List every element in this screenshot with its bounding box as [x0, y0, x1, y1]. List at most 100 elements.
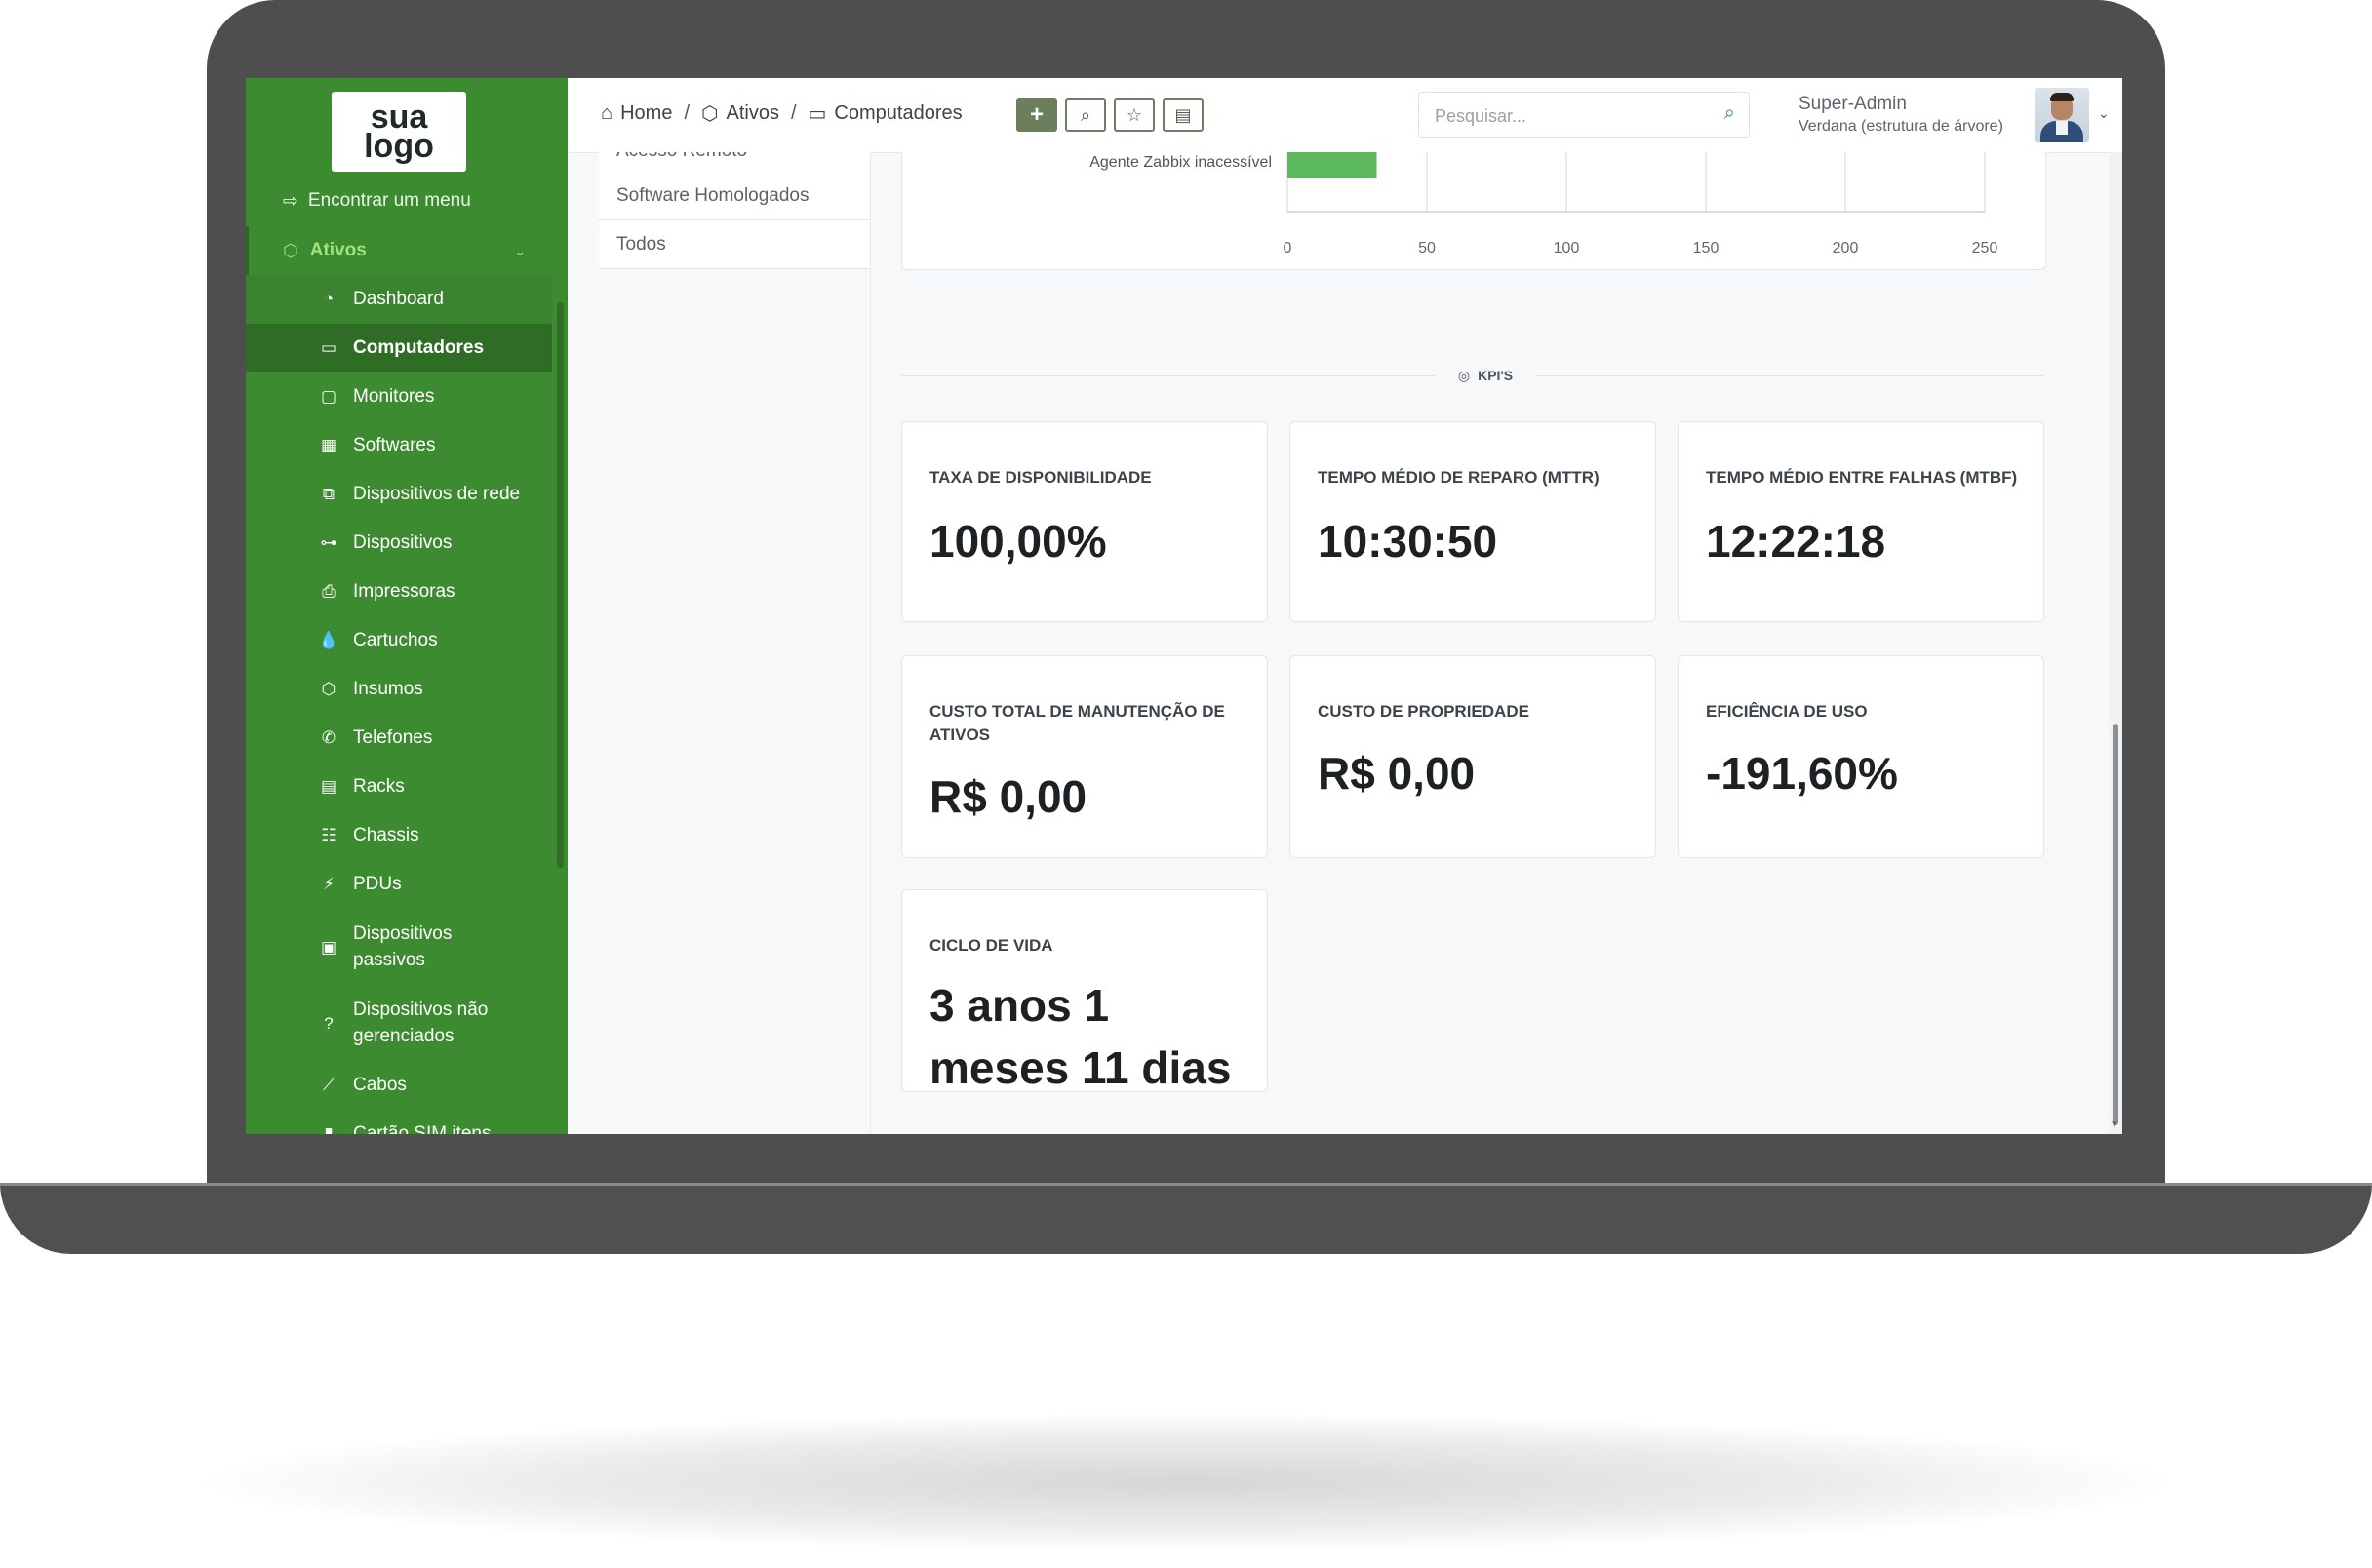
chart-tick-label: 250	[1972, 240, 1998, 256]
tab-label: Acesso Remoto	[616, 152, 747, 162]
search-input[interactable]	[1433, 101, 1700, 131]
sidebar-item-cartao-sim[interactable]: ▮ Cartão SIM itens	[246, 1110, 552, 1134]
tab-label: Software Homologados	[616, 184, 810, 206]
breadcrumb-computadores[interactable]: Computadores	[834, 102, 962, 125]
chart-tick-label: 0	[1284, 240, 1292, 256]
add-button[interactable]: +	[1016, 98, 1057, 132]
sidebar-item-label: Computadores	[353, 337, 485, 358]
kpi-value: -191,60%	[1706, 748, 1898, 799]
sidebar-item-pdus[interactable]: ⚡ PDUs	[246, 860, 552, 909]
logo-line-2: logo	[364, 128, 434, 165]
user-info[interactable]: Super-Admin Verdana (estrutura de árvore…	[1799, 93, 2003, 137]
sidebar-item-label: PDUs	[353, 874, 402, 894]
main-scrollbar-thumb[interactable]	[2113, 724, 2118, 1125]
laptop-icon: ▭	[808, 103, 827, 125]
sidebar-item-dispositivos-nao-gerenciados[interactable]: ? Dispositivos não gerenciados	[246, 985, 552, 1061]
sidebar-item-label: Dispositivos não gerenciados	[353, 1000, 489, 1046]
item-tabs: Acesso Remoto Software Homologados Todos	[599, 152, 870, 1134]
bookmark-button[interactable]: ☆	[1114, 98, 1155, 132]
box-icon: ⬡	[283, 240, 298, 260]
kpi-value: 100,00%	[929, 516, 1107, 567]
brand-logo[interactable]: sua logo	[332, 92, 466, 172]
kpi-section-label: KPI'S	[1478, 368, 1514, 383]
kpi-label: CICLO DE VIDA	[929, 936, 1053, 955]
kpi-label: CUSTO DE PROPRIEDADE	[1318, 702, 1529, 721]
tab-acesso-remoto[interactable]: Acesso Remoto	[599, 152, 870, 173]
sidebar-item-label: Chassis	[353, 825, 419, 845]
sidebar-item-label: Racks	[353, 776, 405, 797]
sidebar-scrollbar[interactable]	[557, 302, 564, 868]
avatar-hair	[2050, 93, 2074, 101]
sidebar-item-cartuchos[interactable]: 💧 Cartuchos	[246, 616, 552, 665]
kpi-separator-line	[901, 375, 1436, 376]
search-button[interactable]: ⌕	[1065, 98, 1106, 132]
content-divider	[870, 152, 871, 1134]
sidebar-item-dispositivos-passivos[interactable]: ▣ Dispositivos passivos	[246, 909, 552, 985]
box-icon: ⬡	[321, 680, 336, 698]
sidebar-item-label: Dispositivos de rede	[353, 484, 521, 504]
server-icon: ▤	[320, 777, 337, 796]
sidebar-menu: ◔ Dashboard ▭ Computadores ▢ Monitores ▦…	[246, 275, 552, 1134]
kpi-card-mttr: TEMPO MÉDIO DE REPARO (MTTR) 10:30:50	[1289, 421, 1656, 622]
find-menu-label: Encontrar um menu	[307, 190, 471, 211]
user-name: Super-Admin	[1799, 94, 1907, 114]
droplet-icon: 💧	[318, 631, 339, 649]
columns-icon: ☷	[321, 826, 336, 844]
sidebar-item-dispositivos[interactable]: ⊶ Dispositivos	[246, 519, 552, 568]
sidebar-item-label: Dispositivos passivos	[353, 923, 453, 970]
sidebar-item-insumos[interactable]: ⬡ Insumos	[246, 665, 552, 714]
search-icon[interactable]: ⌕	[1724, 102, 1735, 125]
sidebar-item-label: Monitores	[353, 386, 435, 407]
cable-icon: ⟋	[323, 1076, 335, 1094]
sidebar-item-computadores[interactable]: ▭ Computadores	[246, 324, 552, 372]
sign-in-icon: ⇨	[283, 190, 298, 212]
chart-bar	[1287, 152, 1377, 178]
sidebar-item-label: Telefones	[353, 727, 433, 748]
sidebar-item-label: Dashboard	[353, 289, 444, 309]
sidebar-item-dashboard[interactable]: ◔ Dashboard	[246, 275, 552, 324]
chart-category-label: Agente Zabbix inacessível	[1089, 154, 1272, 171]
kpi-card-disponibilidade: TAXA DE DISPONIBILIDADE 100,00%	[901, 421, 1268, 622]
apps-icon: ▦	[320, 436, 337, 454]
tab-todos[interactable]: Todos	[599, 220, 870, 269]
sidebar-section-ativos[interactable]: ⬡ Ativos ⌄	[246, 226, 555, 275]
top-header: ⌂ Home / ⬡ Ativos / ▭ Computadores + ⌕ ☆…	[568, 78, 2122, 153]
find-menu-link[interactable]: ⇨ Encontrar um menu	[283, 185, 471, 216]
breadcrumb-home[interactable]: Home	[620, 102, 672, 125]
breadcrumb: ⌂ Home / ⬡ Ativos / ▭ Computadores	[601, 101, 963, 126]
kpi-value: R$ 0,00	[929, 771, 1087, 822]
sidebar-item-cabos[interactable]: ⟋ Cabos	[246, 1061, 552, 1110]
kpi-label: TEMPO MÉDIO ENTRE FALHAS (MTBF)	[1706, 468, 2018, 487]
sidebar-item-impressoras[interactable]: ⎙ Impressoras	[246, 568, 552, 616]
sidebar-item-chassis[interactable]: ☷ Chassis	[246, 811, 552, 860]
tab-software-homologados[interactable]: Software Homologados	[599, 172, 870, 220]
gauge-icon: ◔	[323, 290, 335, 308]
scroll-down-arrow-icon[interactable]: ▼	[2110, 1119, 2119, 1130]
phone-icon: ✆	[321, 728, 336, 747]
star-icon: ☆	[1126, 104, 1143, 125]
search-icon: ⌕	[1080, 104, 1091, 125]
sidebar-item-telefones[interactable]: ✆ Telefones	[246, 714, 552, 763]
sidebar-item-dispositivos-de-rede[interactable]: ⧉ Dispositivos de rede	[246, 470, 552, 519]
sidebar-item-racks[interactable]: ▤ Racks	[246, 763, 552, 811]
chart-tick-label: 200	[1833, 240, 1859, 256]
sidebar-item-label: Dispositivos	[353, 532, 453, 553]
home-icon: ⌂	[601, 102, 613, 124]
app-screen: sua logo ⇨ Encontrar um menu ⬡ Ativos ⌄ …	[246, 78, 2122, 1134]
chevron-down-icon: ⌄	[514, 242, 526, 258]
chevron-down-icon[interactable]: ⌄	[2098, 105, 2110, 122]
gauge-icon: ◎	[1457, 367, 1471, 383]
usb-icon: ⊶	[320, 533, 337, 552]
breadcrumb-ativos[interactable]: Ativos	[726, 102, 778, 125]
sidebar-item-softwares[interactable]: ▦ Softwares	[246, 421, 552, 470]
sidebar-item-label: Impressoras	[353, 581, 455, 602]
tab-label: Todos	[616, 233, 666, 255]
sidebar-item-monitores[interactable]: ▢ Monitores	[246, 372, 552, 421]
section-label: Ativos	[309, 240, 367, 260]
avatar[interactable]	[2035, 88, 2089, 142]
panel-icon: ▣	[320, 937, 337, 957]
laptop-icon: ▭	[320, 338, 337, 357]
chart-tick-label: 50	[1418, 240, 1436, 256]
kpi-card-eficiencia: EFICIÊNCIA DE USO -191,60%	[1678, 655, 2044, 858]
layout-button[interactable]: ▤	[1163, 98, 1204, 132]
